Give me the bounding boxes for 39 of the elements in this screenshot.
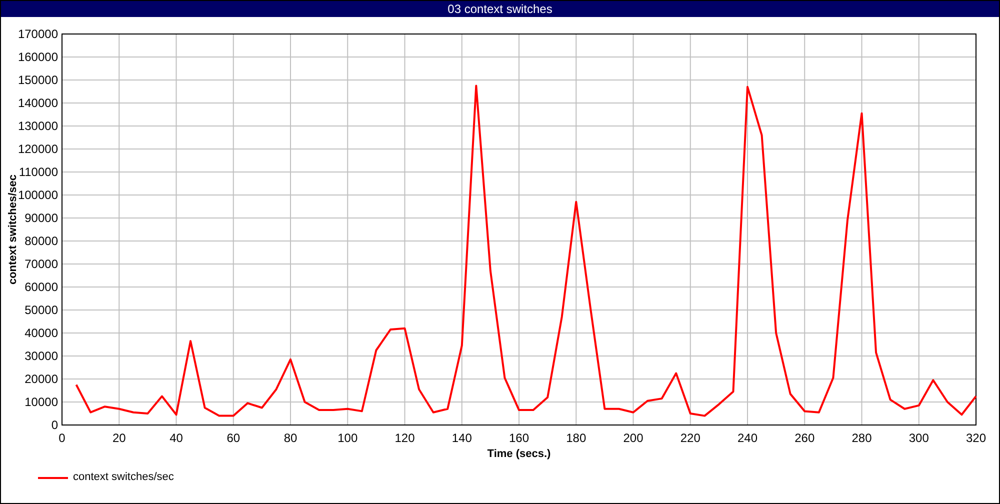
x-tick-label: 60 xyxy=(226,431,240,445)
y-tick-label: 140000 xyxy=(18,96,58,110)
y-axis-title: context switches/sec xyxy=(7,174,19,285)
y-tick-label: 160000 xyxy=(18,50,58,64)
y-tick-label: 10000 xyxy=(24,395,58,409)
x-tick-label: 120 xyxy=(394,431,415,445)
x-tick-label: 80 xyxy=(284,431,298,445)
x-tick-label: 140 xyxy=(452,431,472,445)
x-tick-label: 280 xyxy=(852,431,872,445)
x-tick-label: 300 xyxy=(908,431,929,445)
x-tick-label: 160 xyxy=(508,431,530,445)
y-tick-label: 110000 xyxy=(18,165,58,179)
x-tick-label: 0 xyxy=(58,431,66,445)
x-tick-label: 40 xyxy=(170,431,183,445)
y-tick-label: 60000 xyxy=(24,280,58,294)
x-axis-title: Time (secs.) xyxy=(487,448,551,460)
window-title: 03 context switches xyxy=(448,3,552,15)
y-tick-label: 80000 xyxy=(24,234,58,248)
x-tick-label: 20 xyxy=(112,431,126,445)
x-tick-label: 260 xyxy=(794,431,815,445)
y-tick-label: 0 xyxy=(51,418,58,432)
y-tick-label: 130000 xyxy=(18,119,58,133)
x-tick-label: 240 xyxy=(737,431,758,445)
legend-label: context switches/sec xyxy=(73,472,174,483)
x-tick-label: 100 xyxy=(338,431,358,445)
x-tick-label: 220 xyxy=(680,431,700,445)
y-tick-label: 90000 xyxy=(24,211,58,225)
y-tick-label: 120000 xyxy=(18,142,58,156)
y-tick-label: 20000 xyxy=(24,372,58,386)
x-tick-label: 320 xyxy=(966,431,986,445)
x-tick-label: 180 xyxy=(566,431,586,445)
y-tick-label: 30000 xyxy=(24,349,58,363)
y-tick-label: 50000 xyxy=(24,303,58,317)
y-tick-label: 100000 xyxy=(18,188,58,202)
x-tick-label: 200 xyxy=(623,431,644,445)
y-tick-label: 40000 xyxy=(24,326,58,340)
y-tick-label: 150000 xyxy=(18,73,58,87)
y-tick-label: 170000 xyxy=(18,27,58,41)
y-tick-label: 70000 xyxy=(24,257,58,271)
